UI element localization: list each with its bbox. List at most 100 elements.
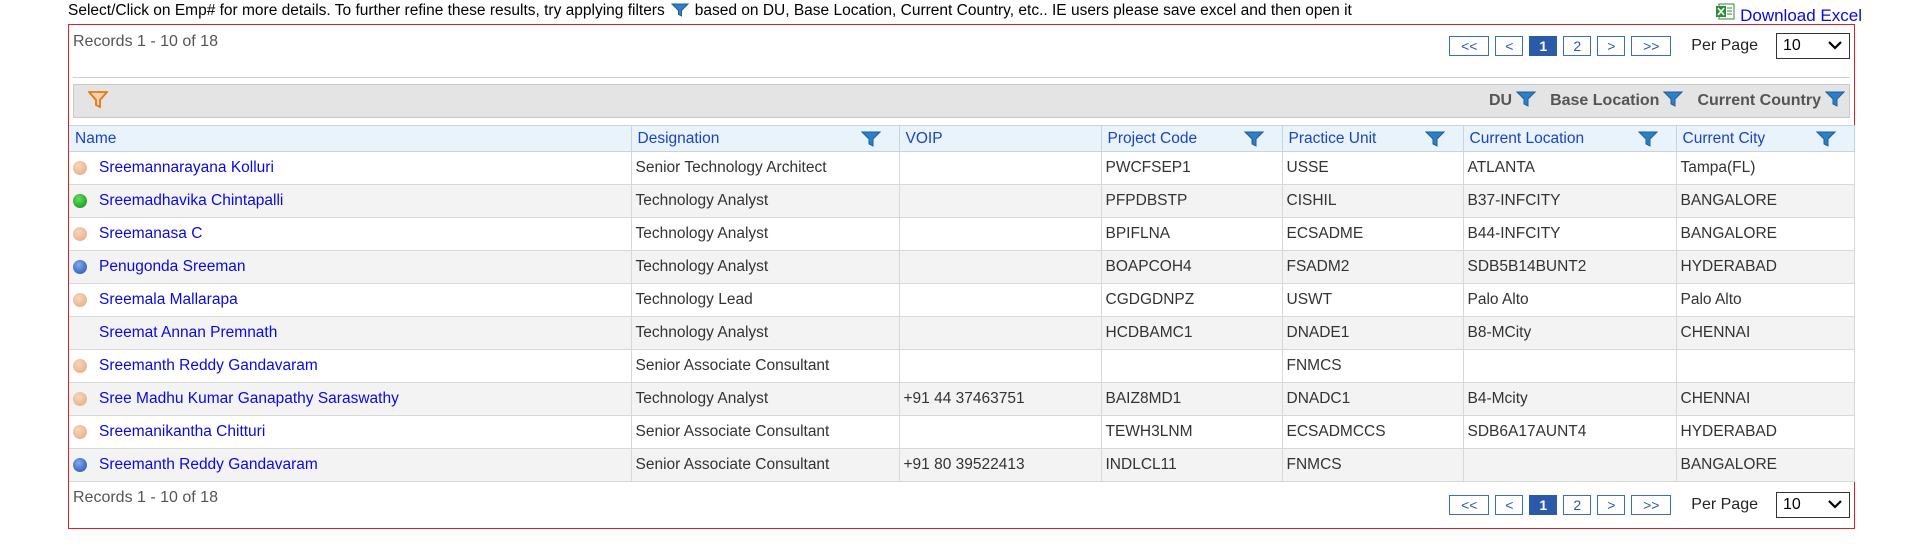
presence-status-icon bbox=[73, 293, 87, 307]
presence-status-icon bbox=[73, 194, 87, 208]
prev-page-button[interactable]: < bbox=[1495, 495, 1524, 515]
cell-name: Sree Madhu Kumar Ganapathy Saraswathy bbox=[69, 382, 632, 416]
next-page-button[interactable]: > bbox=[1597, 36, 1626, 56]
employee-name-link[interactable]: Sreemanikantha Chitturi bbox=[99, 423, 265, 441]
cell-practice-unit: FSADM2 bbox=[1282, 250, 1464, 284]
pagination-top: << < 1 2 > >> Per Page 10 bbox=[1449, 33, 1850, 59]
column-header-project-code[interactable]: Project Code bbox=[1101, 125, 1283, 152]
cell-designation: Senior Associate Consultant bbox=[631, 415, 900, 449]
funnel-icon bbox=[1663, 91, 1684, 112]
funnel-icon[interactable] bbox=[860, 131, 881, 152]
cell-designation: Technology Lead bbox=[631, 283, 900, 317]
employee-name-link[interactable]: Sreemanth Reddy Gandavaram bbox=[99, 456, 318, 474]
cell-designation: Technology Analyst bbox=[631, 250, 900, 284]
last-page-button[interactable]: >> bbox=[1631, 36, 1672, 56]
employee-name-link[interactable]: Sreemala Mallarapa bbox=[99, 291, 238, 309]
table-row: Sreemannarayana Kolluri Senior Technology… bbox=[69, 151, 1855, 185]
presence-status-icon bbox=[73, 425, 87, 439]
page-2-button[interactable]: 2 bbox=[1563, 495, 1592, 515]
cell-practice-unit: CISHIL bbox=[1282, 184, 1464, 218]
table-row: Sreemanth Reddy Gandavaram Senior Associa… bbox=[69, 349, 1855, 383]
cell-current-city: CHENNAI bbox=[1676, 316, 1855, 350]
cell-current-city: BANGALORE bbox=[1676, 184, 1855, 218]
cell-name: Sreemala Mallarapa bbox=[69, 283, 632, 317]
cell-current-location bbox=[1463, 448, 1677, 482]
cell-current-city: Tampa(FL) bbox=[1676, 151, 1855, 185]
cell-current-location: B4-Mcity bbox=[1463, 382, 1677, 416]
table-body: Sreemannarayana Kolluri Senior Technology… bbox=[69, 151, 1855, 482]
funnel-icon[interactable] bbox=[1815, 131, 1836, 152]
cell-current-location: Palo Alto bbox=[1463, 283, 1677, 317]
column-header-current-city[interactable]: Current City bbox=[1676, 125, 1855, 152]
pagination-bottom: << < 1 2 > >> Per Page 10 bbox=[1449, 492, 1850, 518]
filter-icon bbox=[670, 2, 689, 24]
filter-current-country[interactable]: Current Country bbox=[1697, 91, 1846, 112]
column-header-practice-unit[interactable]: Practice Unit bbox=[1282, 125, 1464, 152]
cell-practice-unit: FNMCS bbox=[1282, 448, 1464, 482]
first-page-button[interactable]: << bbox=[1449, 495, 1490, 515]
column-header-label: Current City bbox=[1682, 129, 1766, 147]
cell-name: Sreemat Annan Premnath bbox=[69, 316, 632, 350]
presence-status-icon bbox=[73, 260, 87, 274]
cell-practice-unit: ECSADME bbox=[1282, 217, 1464, 251]
instruction-text: Select/Click on Emp# for more details. T… bbox=[68, 0, 1868, 22]
cell-practice-unit: ECSADMCCS bbox=[1282, 415, 1464, 449]
cell-designation: Technology Analyst bbox=[631, 217, 900, 251]
column-header-name[interactable]: Name bbox=[69, 125, 632, 152]
cell-practice-unit: USSE bbox=[1282, 151, 1464, 185]
employee-name-link[interactable]: Sreemat Annan Premnath bbox=[99, 324, 277, 342]
cell-voip bbox=[899, 184, 1102, 218]
cell-project-code: BPIFLNA bbox=[1101, 217, 1283, 251]
cell-current-city bbox=[1676, 349, 1855, 383]
presence-status-icon bbox=[73, 458, 87, 472]
cell-name: Sreemanasa C bbox=[69, 217, 632, 251]
per-page-select[interactable]: 10 bbox=[1776, 33, 1850, 59]
cell-project-code: HCDBAMC1 bbox=[1101, 316, 1283, 350]
employee-name-link[interactable]: Sreemanth Reddy Gandavaram bbox=[99, 357, 318, 375]
cell-designation: Technology Analyst bbox=[631, 184, 900, 218]
chevron-down-icon bbox=[1827, 37, 1843, 55]
employee-name-link[interactable]: Penugonda Sreeman bbox=[99, 258, 246, 276]
column-header-label: VOIP bbox=[905, 129, 943, 147]
cell-name: Sreemanikantha Chitturi bbox=[69, 415, 632, 449]
per-page-select[interactable]: 10 bbox=[1776, 492, 1850, 518]
cell-voip bbox=[899, 349, 1102, 383]
cell-designation: Senior Associate Consultant bbox=[631, 349, 900, 383]
per-page-label: Per Page bbox=[1691, 37, 1758, 54]
download-excel-link[interactable]: Download Excel bbox=[1715, 3, 1862, 26]
cell-voip: +91 44 37463751 bbox=[899, 382, 1102, 416]
per-page-label: Per Page bbox=[1691, 496, 1758, 513]
funnel-icon[interactable] bbox=[1424, 131, 1445, 152]
column-header-voip[interactable]: VOIP bbox=[899, 125, 1102, 152]
prev-page-button[interactable]: < bbox=[1495, 36, 1524, 56]
download-excel-label: Download Excel bbox=[1740, 6, 1862, 25]
funnel-icon[interactable] bbox=[1243, 131, 1264, 152]
first-page-button[interactable]: << bbox=[1449, 36, 1490, 56]
cell-current-location: B44-INFCITY bbox=[1463, 217, 1677, 251]
page-2-button[interactable]: 2 bbox=[1563, 36, 1592, 56]
filter-base-location[interactable]: Base Location bbox=[1550, 91, 1684, 112]
funnel-icon[interactable] bbox=[1637, 131, 1658, 152]
table-row: Sreemat Annan Premnath Technology Analyst… bbox=[69, 316, 1855, 350]
funnel-icon bbox=[1824, 91, 1846, 112]
page-1-button[interactable]: 1 bbox=[1529, 495, 1558, 515]
funnel-icon[interactable] bbox=[87, 91, 109, 114]
chevron-down-icon bbox=[1827, 496, 1843, 514]
cell-practice-unit: DNADE1 bbox=[1282, 316, 1464, 350]
table-row: Sreemala Mallarapa Technology Lead CGDGDNP… bbox=[69, 283, 1855, 317]
table-row: Sreemadhavika Chintapalli Technology Anal… bbox=[69, 184, 1855, 218]
employee-name-link[interactable]: Sreemanasa C bbox=[99, 225, 202, 243]
cell-designation: Senior Associate Consultant bbox=[631, 448, 900, 482]
employee-name-link[interactable]: Sreemannarayana Kolluri bbox=[99, 159, 274, 177]
page-1-button[interactable]: 1 bbox=[1529, 36, 1558, 56]
column-header-designation[interactable]: Designation bbox=[631, 125, 900, 152]
cell-current-location bbox=[1463, 349, 1677, 383]
column-header-current-location[interactable]: Current Location bbox=[1463, 125, 1677, 152]
cell-name: Sreemadhavika Chintapalli bbox=[69, 184, 632, 218]
cell-current-location: ATLANTA bbox=[1463, 151, 1677, 185]
next-page-button[interactable]: > bbox=[1597, 495, 1626, 515]
employee-name-link[interactable]: Sree Madhu Kumar Ganapathy Saraswathy bbox=[99, 390, 399, 408]
employee-name-link[interactable]: Sreemadhavika Chintapalli bbox=[99, 192, 283, 210]
last-page-button[interactable]: >> bbox=[1631, 495, 1672, 515]
filter-du[interactable]: DU bbox=[1489, 91, 1537, 112]
